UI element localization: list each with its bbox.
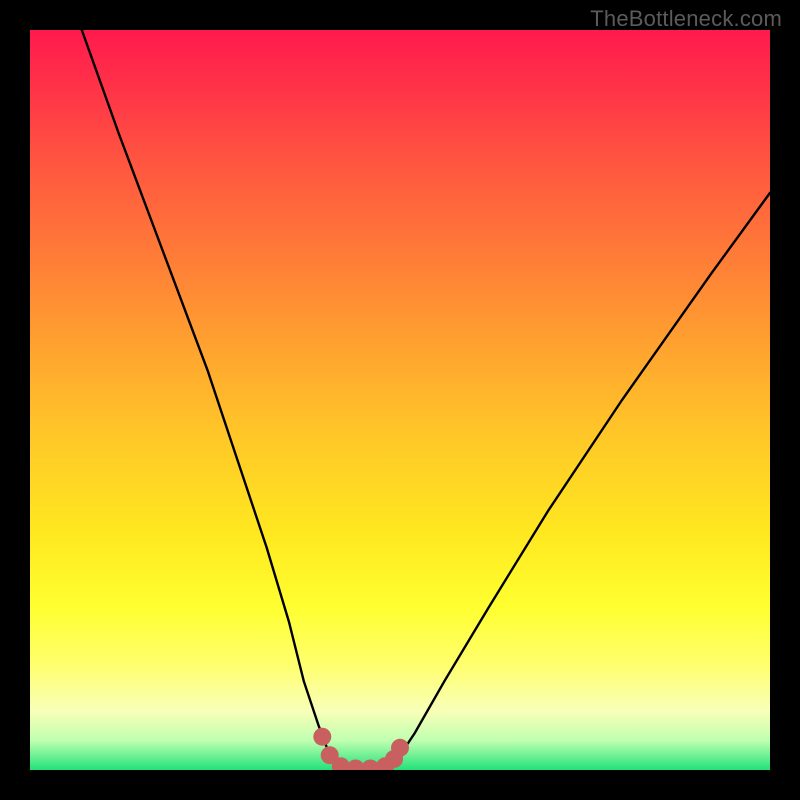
outer-frame: TheBottleneck.com bbox=[0, 0, 800, 800]
plot-area bbox=[30, 30, 770, 770]
chart-svg bbox=[30, 30, 770, 770]
watermark-text: TheBottleneck.com bbox=[590, 6, 782, 32]
highlight-dot bbox=[313, 728, 331, 746]
bottleneck-curve-path bbox=[82, 30, 770, 770]
highlight-dot bbox=[391, 739, 409, 757]
highlight-dots-group bbox=[313, 728, 409, 770]
